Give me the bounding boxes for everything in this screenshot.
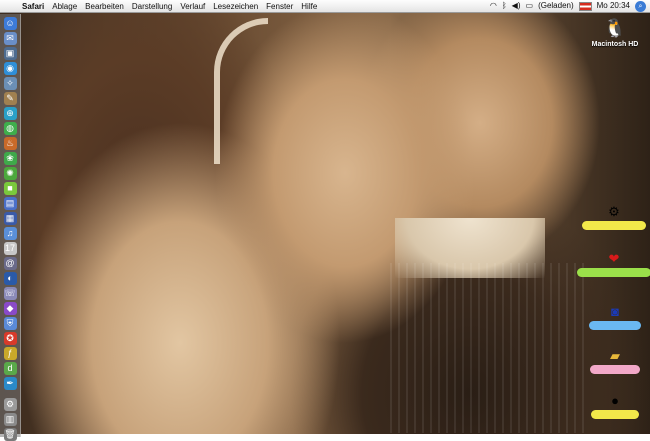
wifi-icon[interactable]: ◠ xyxy=(490,0,497,12)
macintosh-hd-label: Macintosh HD xyxy=(591,41,639,48)
bluetooth-icon[interactable]: ᛒ xyxy=(502,0,507,12)
desktop-item-1[interactable]: ⚙ xyxy=(580,203,648,230)
menu-fenster[interactable]: Fenster xyxy=(266,2,293,11)
photo-icon[interactable]: ▣ xyxy=(3,47,17,60)
menu-ablage[interactable]: Ablage xyxy=(52,2,77,11)
green-square-icon[interactable]: ■ xyxy=(3,182,17,195)
desktop-item-4-label xyxy=(590,365,640,374)
notes-icon[interactable]: ✎ xyxy=(3,92,17,105)
folder-icon: ▰ xyxy=(610,348,620,363)
clapper-icon[interactable]: ▦ xyxy=(3,212,17,225)
flash-icon[interactable]: ƒ xyxy=(3,347,17,360)
address-book-icon[interactable]: @ xyxy=(3,257,17,270)
leaf-icon[interactable]: ❀ xyxy=(3,152,17,165)
hearts-icon: ❤ xyxy=(608,251,620,266)
spotlight-icon[interactable]: ⌕ xyxy=(635,0,646,12)
desktop-item-5[interactable]: ● xyxy=(590,392,640,419)
chat-icon[interactable]: ☏ xyxy=(3,287,17,300)
menu-lesezeichen[interactable]: Lesezeichen xyxy=(213,2,258,11)
desktop-item-5-label xyxy=(591,410,639,419)
menu-app[interactable]: Safari xyxy=(22,2,44,11)
movie-icon[interactable]: ▤ xyxy=(3,197,17,210)
music-icon[interactable]: ♫ xyxy=(3,227,17,240)
compass-icon[interactable]: ✧ xyxy=(3,77,17,90)
desktop-item-2[interactable]: ❤ xyxy=(577,250,650,277)
volume-icon[interactable]: ◀) xyxy=(512,0,521,12)
trash-icon[interactable]: 🗑 xyxy=(3,428,17,441)
calendar-icon[interactable]: 17 xyxy=(3,242,17,255)
system-icon[interactable]: ⚙ xyxy=(3,398,17,411)
star-icon[interactable]: ✺ xyxy=(3,167,17,180)
blue-app-icon: ◙ xyxy=(611,304,619,319)
desktop-item-3-label xyxy=(589,321,641,330)
desktop-app-icon: ⚙ xyxy=(608,204,620,219)
desktop-item-3[interactable]: ◙ xyxy=(589,303,641,330)
battery-icon[interactable]: ▭ xyxy=(526,0,534,12)
menu-verlauf[interactable]: Verlauf xyxy=(180,2,205,11)
globe-icon[interactable]: ◍ xyxy=(3,122,17,135)
bubble-icon: ● xyxy=(611,393,619,408)
safari-icon[interactable]: ⊕ xyxy=(3,107,17,120)
downloads-icon[interactable]: ▥ xyxy=(3,413,17,426)
clock[interactable]: Mo 20:34 xyxy=(597,0,630,12)
finder-icon[interactable]: ☺ xyxy=(3,17,17,30)
dreamweaver-icon[interactable]: d xyxy=(3,362,17,375)
dock: ☺ ✉ ▣ ◉ ✧ ✎ ⊕ ◍ ♨ ❀ ✺ ■ ▤ ▦ ♫ 17 @ ◐ ☏ ◆ ⛨ ✪ ƒ d ✒ ⚙ ▥ 🗑 xyxy=(0,14,21,441)
earth-icon[interactable]: ◐ xyxy=(3,272,17,285)
purple-app-icon[interactable]: ◆ xyxy=(3,302,17,315)
status-area: ◠ ᛒ ◀) ▭ (Geladen) Mo 20:34 ⌕ xyxy=(490,0,646,12)
preview-icon[interactable]: ◉ xyxy=(3,62,17,75)
macintosh-hd[interactable]: 🐧 Macintosh HD xyxy=(585,16,645,48)
desktop-item-4[interactable]: ▰ xyxy=(590,347,640,374)
pen-icon[interactable]: ✒ xyxy=(3,377,17,390)
hard-drive-icon: 🐧 xyxy=(603,18,627,38)
menu-bearbeiten[interactable]: Bearbeiten xyxy=(85,2,124,11)
candle-icon[interactable]: ♨ xyxy=(3,137,17,150)
menu-bar: Safari Ablage Bearbeiten Darstellung Ver… xyxy=(0,0,650,13)
input-flag-icon[interactable] xyxy=(578,1,592,11)
red-app-icon[interactable]: ✪ xyxy=(3,332,17,345)
desktop-wallpaper xyxy=(0,13,650,434)
menu-darstellung[interactable]: Darstellung xyxy=(132,2,172,11)
menu-hilfe[interactable]: Hilfe xyxy=(301,2,317,11)
desktop-item-2-label xyxy=(577,268,650,277)
app-icon[interactable]: ✉ xyxy=(3,32,17,45)
wallpaper-detail xyxy=(390,263,590,433)
desktop-item-1-label xyxy=(582,221,646,230)
wallpaper-detail xyxy=(214,18,268,164)
battery-status[interactable]: (Geladen) xyxy=(538,0,574,12)
shield-icon[interactable]: ⛨ xyxy=(3,317,17,330)
